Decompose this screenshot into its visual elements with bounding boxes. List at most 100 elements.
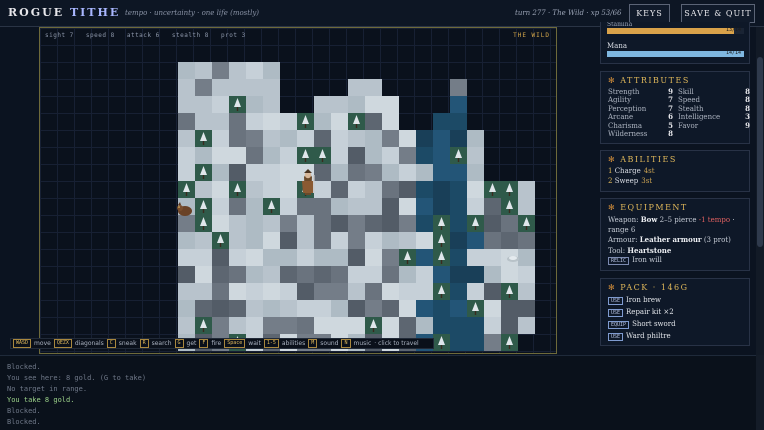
map-tile[interactable]: [365, 113, 382, 130]
map-viewport[interactable]: sight 7 speed 8 attack 6 stealth 8 prot …: [39, 27, 557, 354]
map-tile[interactable]: [280, 317, 297, 334]
map-tile[interactable]: [450, 232, 467, 249]
map-tile[interactable]: [365, 232, 382, 249]
message-log[interactable]: Blocked. You see here: 8 gold. (G to tak…: [0, 355, 756, 430]
map-tile[interactable]: [212, 62, 229, 79]
map-tile[interactable]: [246, 300, 263, 317]
map-tile[interactable]: [212, 300, 229, 317]
map-tile[interactable]: [331, 249, 348, 266]
map-tile[interactable]: [280, 232, 297, 249]
map-tile[interactable]: [314, 96, 331, 113]
map-tile[interactable]: [178, 96, 195, 113]
map-tile[interactable]: [365, 181, 382, 198]
map-tile[interactable]: [399, 198, 416, 215]
map-tile[interactable]: [450, 317, 467, 334]
map-tile[interactable]: [297, 266, 314, 283]
map-tile[interactable]: [433, 317, 450, 334]
map-tile[interactable]: [314, 317, 331, 334]
map-tile[interactable]: [297, 283, 314, 300]
map-tile[interactable]: [246, 317, 263, 334]
map-tile[interactable]: [399, 215, 416, 232]
map-tile[interactable]: [365, 198, 382, 215]
map-tile[interactable]: [484, 283, 501, 300]
map-tile[interactable]: [195, 96, 212, 113]
map-tile[interactable]: [382, 249, 399, 266]
map-tile[interactable]: [348, 215, 365, 232]
map-tile[interactable]: [331, 198, 348, 215]
map-tile[interactable]: [280, 249, 297, 266]
map-tile[interactable]: [246, 283, 263, 300]
map-tile[interactable]: [297, 215, 314, 232]
map-tile[interactable]: [484, 266, 501, 283]
map-tile[interactable]: [229, 283, 246, 300]
map-tile[interactable]: [450, 130, 467, 147]
map-tile[interactable]: [280, 198, 297, 215]
map-tile[interactable]: [195, 147, 212, 164]
map-tile[interactable]: [399, 266, 416, 283]
map-tile[interactable]: [484, 317, 501, 334]
map-tile[interactable]: [382, 283, 399, 300]
map-tile[interactable]: [467, 198, 484, 215]
equipped-weapon[interactable]: Weapon: Bow 2–5 pierce -1 tempo · range …: [601, 215, 749, 235]
scrollbar-thumb[interactable]: [757, 57, 763, 247]
map-tile[interactable]: [212, 113, 229, 130]
map-tile[interactable]: [433, 266, 450, 283]
save-quit-button[interactable]: SAVE & QUIT: [681, 4, 755, 23]
map-tile[interactable]: [331, 113, 348, 130]
map-tile[interactable]: [178, 249, 195, 266]
map-tile[interactable]: [178, 232, 195, 249]
map-tile[interactable]: [348, 147, 365, 164]
pack-item[interactable]: USE Ward philtre: [601, 331, 749, 343]
map-tile[interactable]: [416, 283, 433, 300]
pack-item[interactable]: EQUIP Short sword: [601, 319, 749, 331]
map-tile[interactable]: [433, 164, 450, 181]
map-tile[interactable]: [331, 215, 348, 232]
map-tile[interactable]: [467, 181, 484, 198]
map-tile[interactable]: [501, 317, 518, 334]
map-tile[interactable]: [297, 232, 314, 249]
map-tile[interactable]: [382, 164, 399, 181]
map-tile[interactable]: [246, 232, 263, 249]
map-tile[interactable]: [399, 147, 416, 164]
map-tile[interactable]: [178, 62, 195, 79]
map-tile[interactable]: [518, 317, 535, 334]
map-tile[interactable]: [382, 147, 399, 164]
map-tile[interactable]: [399, 130, 416, 147]
map-tile[interactable]: [382, 317, 399, 334]
map-tile[interactable]: [382, 300, 399, 317]
map-tile[interactable]: [399, 232, 416, 249]
map-tile[interactable]: [212, 249, 229, 266]
map-tile[interactable]: [178, 266, 195, 283]
map-tile[interactable]: [416, 249, 433, 266]
map-tile[interactable]: [348, 164, 365, 181]
map-tile[interactable]: [246, 164, 263, 181]
map-tile[interactable]: [178, 113, 195, 130]
map-tile[interactable]: [178, 283, 195, 300]
map-tile[interactable]: [331, 96, 348, 113]
map-tile[interactable]: [178, 147, 195, 164]
map-tile[interactable]: [416, 181, 433, 198]
map-tile[interactable]: [331, 300, 348, 317]
map-tile[interactable]: [348, 249, 365, 266]
map-tile[interactable]: [280, 266, 297, 283]
map-tile[interactable]: [382, 113, 399, 130]
use-button[interactable]: USE: [608, 297, 624, 305]
map-tile[interactable]: [229, 198, 246, 215]
pack-item[interactable]: USE Repair kit ×2: [601, 307, 749, 319]
map-tile[interactable]: [195, 232, 212, 249]
map-tile[interactable]: [212, 130, 229, 147]
map-tile[interactable]: [263, 317, 280, 334]
map-tile[interactable]: [229, 317, 246, 334]
map-tile[interactable]: [348, 266, 365, 283]
map-tile[interactable]: [348, 79, 365, 96]
map-tile[interactable]: [348, 283, 365, 300]
map-tile[interactable]: [263, 96, 280, 113]
map-tile[interactable]: [195, 62, 212, 79]
map-tile[interactable]: [450, 164, 467, 181]
map-tile[interactable]: [518, 198, 535, 215]
map-tile[interactable]: [416, 130, 433, 147]
map-tile[interactable]: [399, 181, 416, 198]
map-tile[interactable]: [501, 300, 518, 317]
map-tile[interactable]: [331, 283, 348, 300]
map-tile[interactable]: [484, 249, 501, 266]
